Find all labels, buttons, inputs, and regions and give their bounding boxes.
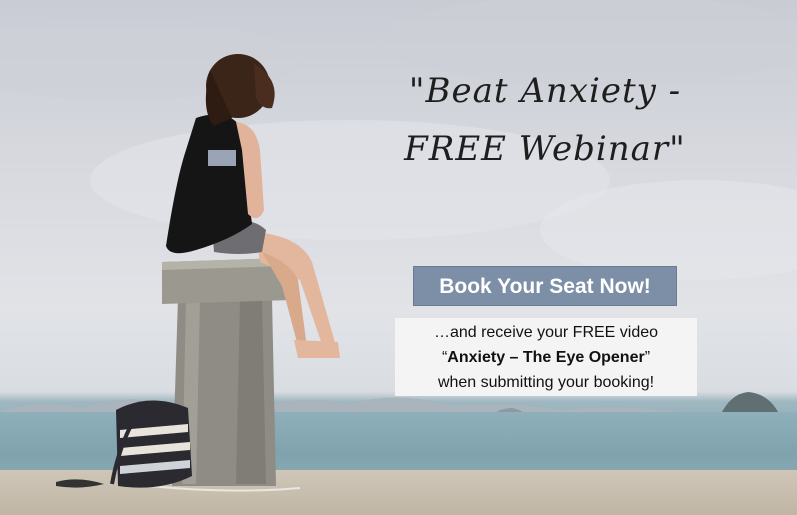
quote-close: ”	[644, 349, 651, 366]
note-line-2: “Anxiety – The Eye Opener”	[395, 345, 697, 370]
webinar-banner: "Beat Anxiety - FREE Webinar" Book Your …	[0, 0, 797, 515]
video-title: Anxiety – The Eye Opener	[447, 349, 645, 366]
note-line-1: …and receive your FREE video	[433, 324, 659, 341]
headline-line-1: "Beat Anxiety -	[408, 71, 682, 111]
free-video-note: …and receive your FREE video “Anxiety – …	[395, 318, 697, 396]
note-line-3: when submitting your booking!	[437, 374, 655, 391]
webinar-headline: "Beat Anxiety - FREE Webinar"	[375, 62, 715, 178]
book-seat-button[interactable]: Book Your Seat Now!	[413, 266, 677, 306]
headline-line-2: FREE Webinar"	[404, 129, 686, 169]
